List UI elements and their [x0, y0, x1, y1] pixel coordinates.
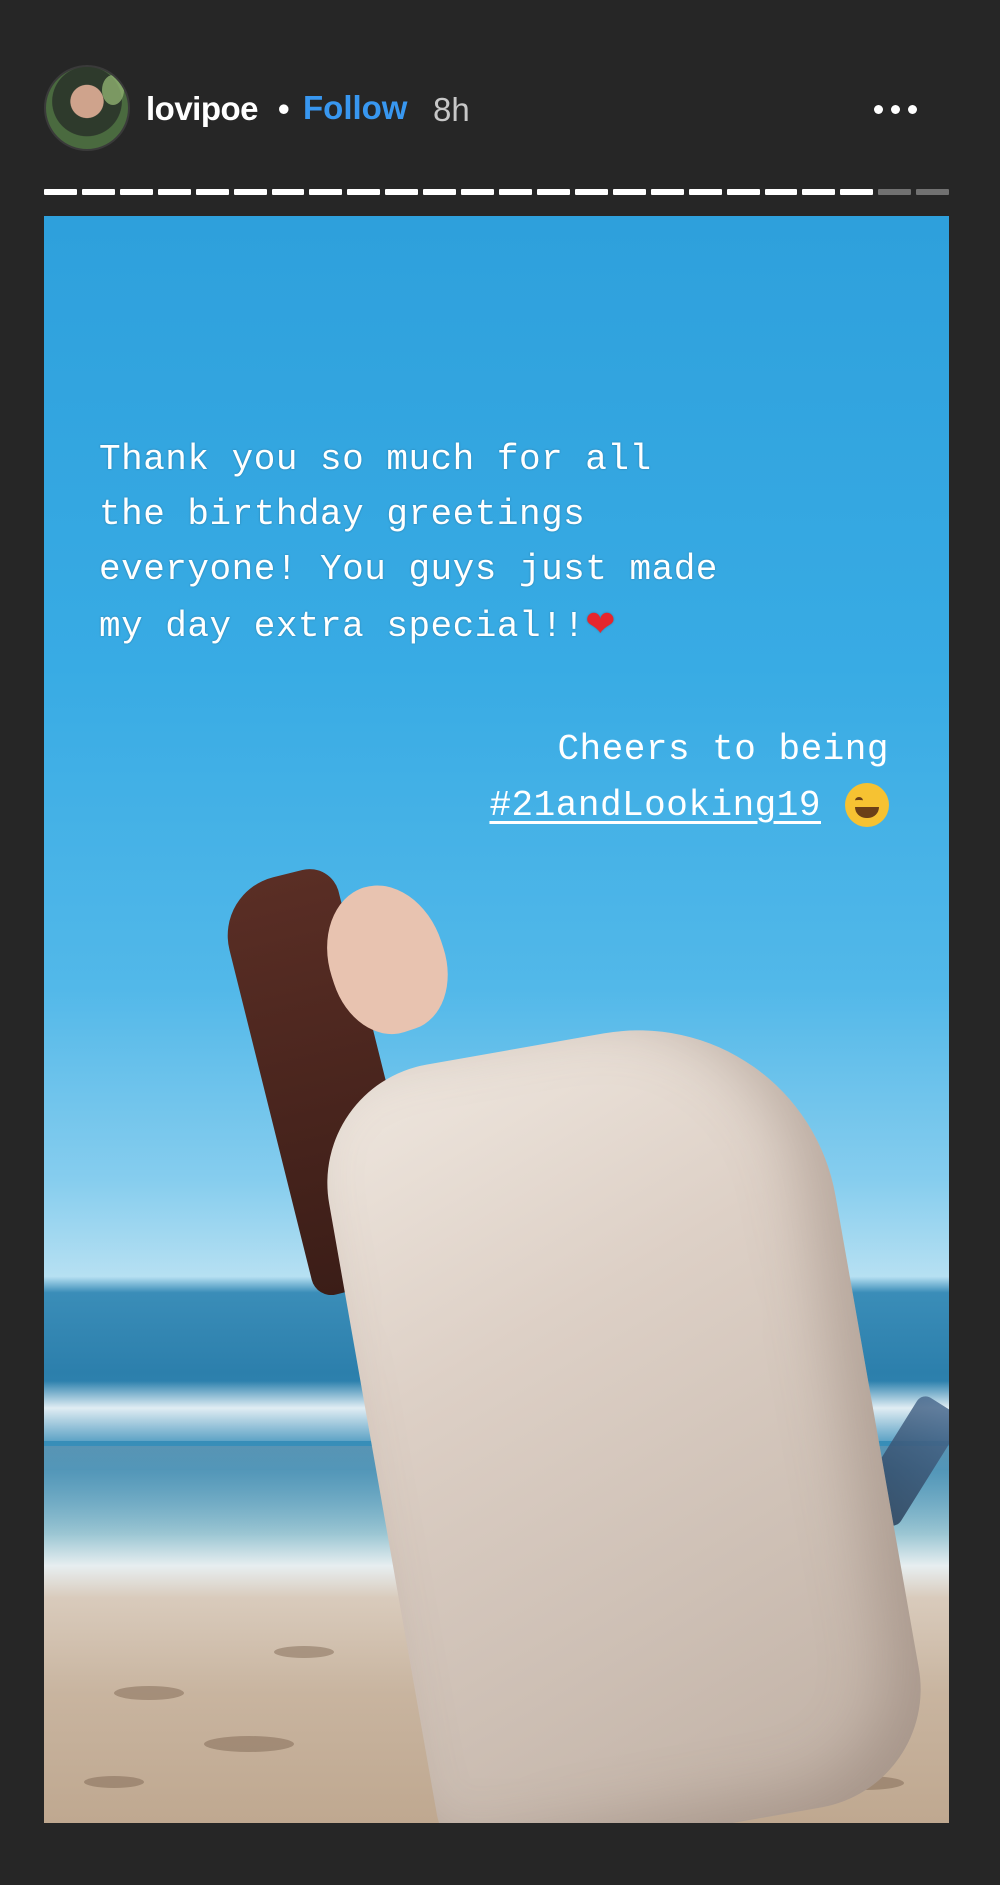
separator-dot: • — [278, 90, 290, 127]
progress-segment — [81, 189, 115, 195]
progress-segment — [612, 189, 646, 195]
progress-segment — [688, 189, 722, 195]
progress-segment — [157, 189, 191, 195]
progress-segment — [271, 189, 305, 195]
blanket — [308, 998, 940, 1823]
progress-segment — [878, 189, 912, 195]
profile-avatar[interactable] — [44, 65, 130, 151]
story-caption: Thank you so much for all the birthday g… — [99, 432, 789, 654]
progress-segment — [44, 189, 77, 195]
username-link[interactable]: lovipoe — [146, 90, 259, 128]
progress-segment — [536, 189, 570, 195]
progress-segment — [916, 189, 950, 195]
progress-segment — [195, 189, 229, 195]
progress-segment — [726, 189, 760, 195]
progress-segment — [650, 189, 684, 195]
caption-line: my day extra special!! — [99, 606, 586, 647]
heart-emoji: ❤ — [585, 604, 616, 645]
caption-line: everyone! You guys just made — [99, 549, 718, 590]
avatar-leaf-decoration — [102, 75, 124, 105]
progress-segment — [840, 189, 874, 195]
progress-segment — [499, 189, 532, 195]
caption-line: Thank you so much for all — [99, 439, 652, 480]
grinning-squinting-face-icon — [845, 783, 889, 828]
progress-segment — [574, 189, 608, 195]
progress-segment — [233, 189, 267, 195]
follow-button[interactable]: Follow — [303, 89, 407, 127]
post-time: 8h — [433, 91, 470, 128]
progress-segment — [309, 189, 343, 195]
cheers-line: Cheers to being — [557, 729, 889, 770]
progress-segment — [461, 189, 495, 195]
progress-segment — [802, 189, 836, 195]
progress-segment — [347, 189, 381, 195]
story-progress-bar — [44, 189, 950, 195]
progress-segment — [423, 189, 457, 195]
story-header: lovipoe • Follow 8h — [0, 0, 1000, 200]
story-media[interactable]: Thank you so much for all the birthday g… — [44, 216, 949, 1823]
progress-segment — [385, 189, 419, 195]
more-options-icon[interactable] — [865, 94, 925, 124]
hashtag-link[interactable]: #21andLooking19 — [489, 785, 821, 826]
cheers-text-block: Cheers to being #21andLooking19 — [489, 722, 889, 834]
caption-line: the birthday greetings — [99, 494, 586, 535]
progress-segment — [764, 189, 798, 195]
progress-segment — [119, 189, 153, 195]
